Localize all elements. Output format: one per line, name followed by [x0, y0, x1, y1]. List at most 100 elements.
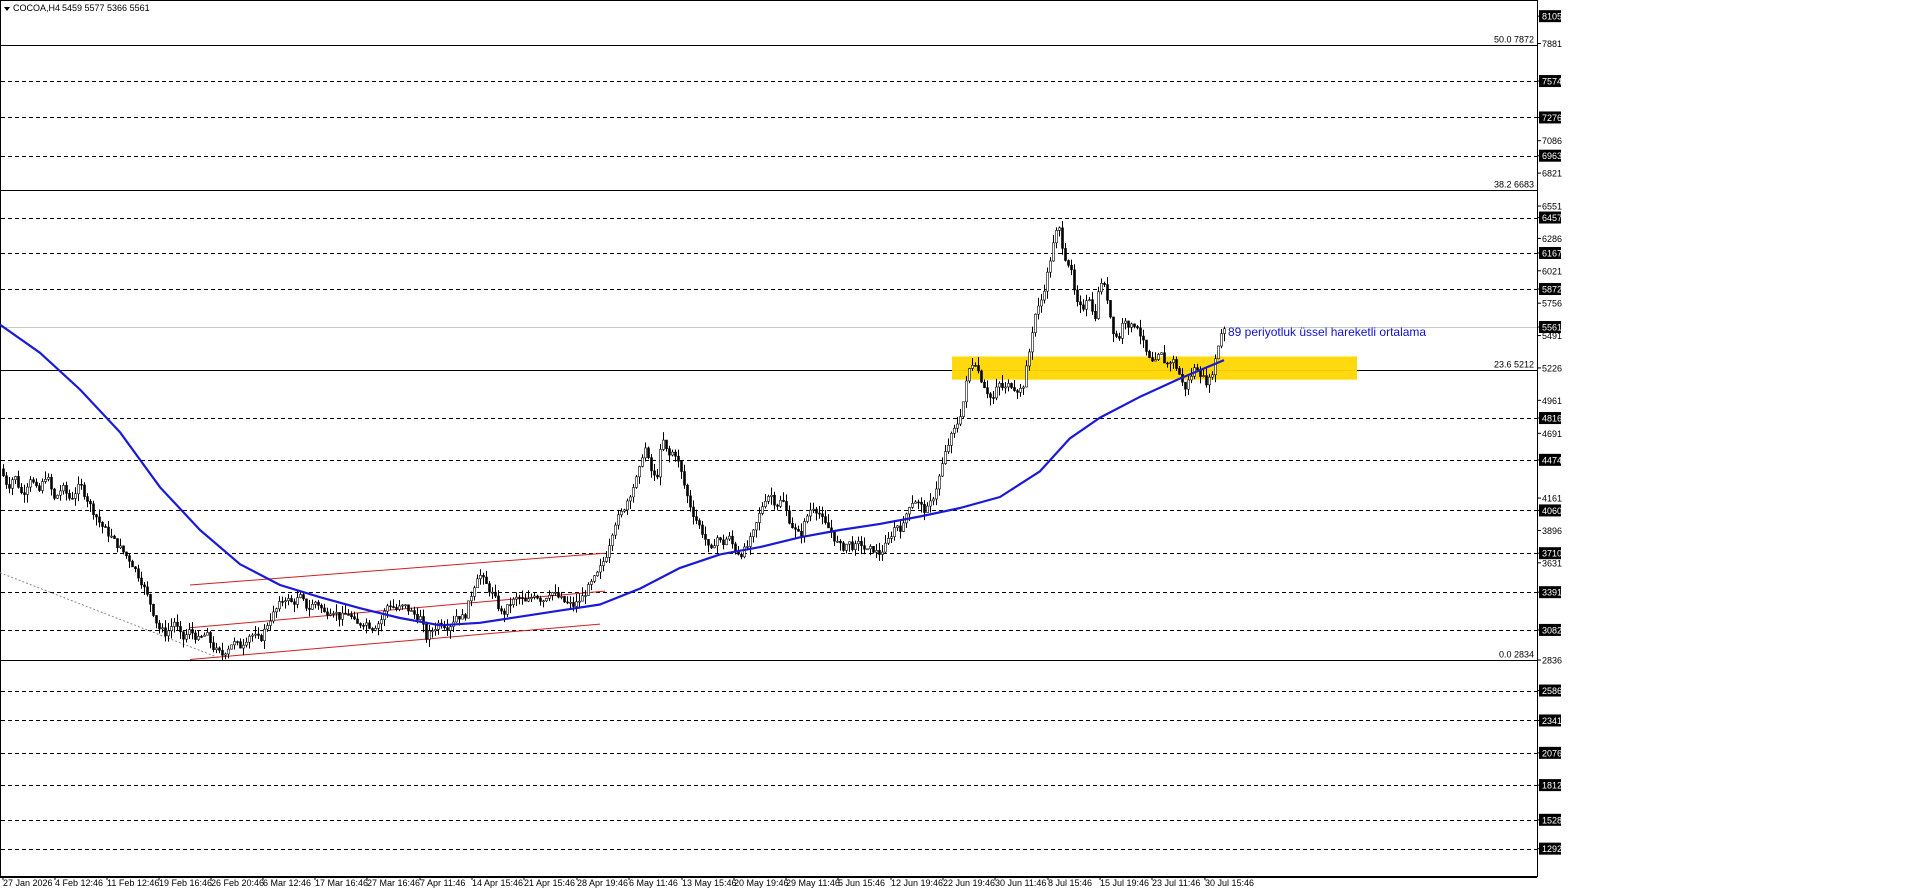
candle-body	[872, 546, 875, 553]
chevron-down-icon[interactable]	[4, 7, 10, 11]
price-tick-label: 3631	[1542, 558, 1562, 568]
candle-body	[248, 635, 251, 643]
candle-body	[956, 423, 959, 429]
time-tick-label: 15 Jul 19:46	[1100, 878, 1149, 888]
candle-body	[860, 540, 863, 546]
candle-body	[287, 598, 290, 602]
price-chart[interactable]: 50.0 7872 38.2 6683 23.6 5212 0.0 2834 8105…	[0, 0, 1916, 888]
candle-body	[758, 513, 761, 523]
candle-body	[1130, 323, 1133, 328]
candle-body	[239, 641, 242, 649]
candle-body	[839, 540, 842, 544]
candle-body	[626, 500, 629, 511]
candle-body	[989, 393, 992, 398]
candle-body	[1064, 248, 1067, 261]
candle-body	[914, 501, 917, 504]
price-tick-label: 1812	[1542, 781, 1562, 791]
candle-body	[476, 578, 479, 589]
candle-body	[167, 630, 170, 637]
channel-line	[189, 623, 601, 660]
candle-body	[848, 541, 851, 545]
candle-body	[206, 632, 209, 636]
time-tick-label: 4 Feb 12:46	[55, 878, 103, 888]
fib-level-label: 0.0 2834	[1499, 650, 1534, 660]
candle-body	[686, 484, 689, 497]
candle-body	[953, 427, 956, 434]
candle-body	[1163, 352, 1166, 364]
candle-body	[647, 447, 650, 458]
time-tick-label: 17 Mar 16:46	[315, 878, 368, 888]
candle-body	[275, 608, 278, 613]
candle-body	[542, 600, 545, 603]
candle-body	[539, 597, 542, 602]
candle-body	[941, 463, 944, 477]
candle-body	[770, 494, 773, 497]
candle-body	[41, 481, 44, 491]
candle-body	[1091, 299, 1094, 312]
price-tick-label: 3082	[1542, 625, 1562, 635]
candle-body	[419, 616, 422, 620]
candle-body	[653, 470, 656, 476]
candle-body	[692, 506, 695, 517]
candle-body	[125, 551, 128, 557]
candle-body	[500, 608, 503, 612]
candle-body	[938, 475, 941, 490]
candle-body	[1187, 379, 1190, 390]
candle-body	[1082, 304, 1085, 310]
candle-body	[1010, 383, 1013, 388]
candle-body	[8, 484, 11, 489]
candle-body	[515, 596, 518, 600]
candle-body	[1205, 375, 1208, 386]
candle-body	[791, 522, 794, 528]
candle-body	[188, 629, 191, 635]
candle-body	[1022, 386, 1025, 389]
time-tick-label: 29 May 11:46	[786, 878, 840, 888]
candle-body	[1208, 376, 1211, 386]
candle-body	[68, 493, 71, 499]
candle-body	[719, 537, 722, 541]
price-axis: 8105 7881 7574 7276 7086 6963 6821 65516457 6286…	[1537, 0, 1562, 877]
candle-body	[359, 623, 362, 626]
candle-body	[191, 629, 194, 634]
candle-body	[659, 449, 662, 478]
candle-body	[713, 545, 716, 549]
candle-body	[521, 597, 524, 599]
candle-body	[218, 647, 221, 651]
candle-body	[158, 622, 161, 630]
candle-body	[1025, 365, 1028, 388]
candle-body	[344, 612, 347, 615]
candle-body	[185, 634, 188, 640]
time-tick-label: 30 Jun 11:46	[995, 878, 1046, 888]
candle-body	[536, 595, 539, 599]
time-tick-label: 28 Apr 19:46	[577, 878, 628, 888]
candle-body	[362, 625, 365, 627]
candle-body	[203, 634, 206, 637]
candle-body	[149, 594, 152, 605]
price-tick-label: 7574	[1542, 77, 1562, 87]
candle-body	[341, 612, 344, 620]
candle-body	[1085, 300, 1088, 310]
price-tick-label: 2586	[1542, 686, 1562, 696]
candle-body	[1220, 333, 1223, 347]
symbol-label: COCOA,H4	[13, 3, 60, 13]
candle-body	[290, 598, 293, 603]
grid-layer: 50.0 7872 38.2 6683 23.6 5212 0.0 2834	[0, 0, 1538, 877]
candle-body	[398, 605, 401, 610]
candle-body	[788, 510, 791, 524]
candle-body	[794, 527, 797, 530]
candle-body	[902, 522, 905, 532]
candle-body	[527, 598, 530, 602]
candle-body	[551, 592, 554, 596]
candle-body	[464, 614, 467, 619]
candle-body	[947, 444, 950, 452]
price-tick-label: 6457	[1542, 213, 1562, 223]
candle-body	[974, 365, 977, 367]
candle-body	[992, 397, 995, 399]
candle-body	[980, 370, 983, 383]
candle-body	[5, 475, 8, 485]
candle-body	[1073, 269, 1076, 291]
candle-body	[245, 641, 248, 646]
candle-body	[842, 542, 845, 551]
candle-body	[548, 594, 551, 599]
candle-body	[1040, 299, 1043, 307]
